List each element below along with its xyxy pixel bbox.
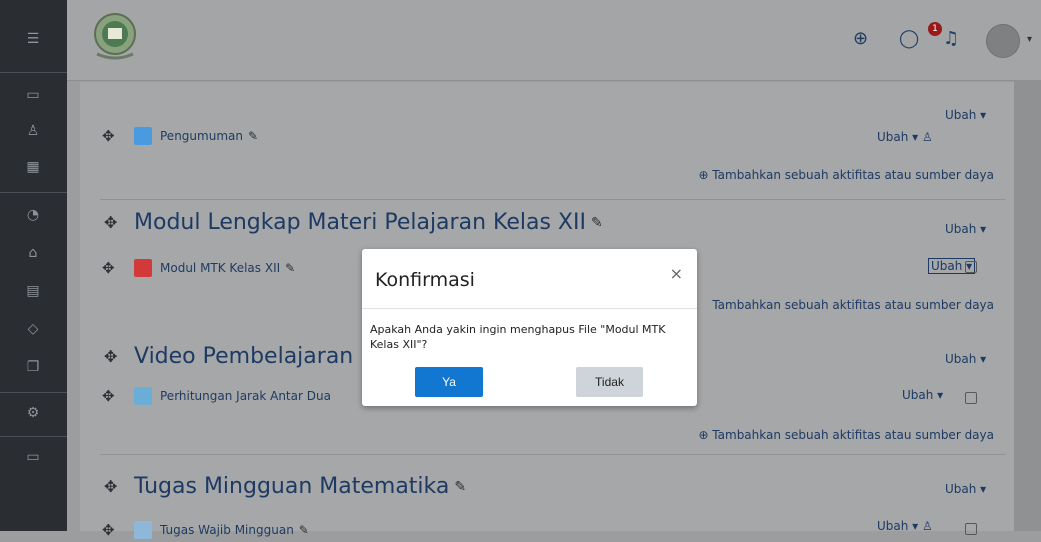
- calendar-icon[interactable]: ▤: [22, 280, 44, 302]
- grades-icon[interactable]: ▦: [22, 156, 44, 178]
- section-title: ✥ Video Pembelajaran: [104, 344, 353, 369]
- divider: [100, 199, 1006, 200]
- dashboard-icon[interactable]: ◔: [22, 204, 44, 226]
- divider: [0, 192, 67, 193]
- folder-icon[interactable]: ▭: [22, 446, 44, 468]
- move-icon[interactable]: ✥: [102, 259, 124, 277]
- activity-link[interactable]: Pengumuman: [160, 129, 243, 143]
- nav-drawer: ☰ ▭ ♙ ▦ ◔ ⌂ ▤ ◇ ❐ ⚙ ▭: [0, 0, 67, 531]
- no-button[interactable]: Tidak: [576, 367, 643, 397]
- dialog-title: Konfirmasi: [375, 269, 475, 291]
- section-edit-menu[interactable]: Ubah ▾: [945, 482, 986, 496]
- activity-row: ✥ Modul MTK Kelas XII ✎: [102, 256, 295, 280]
- pdf-file-icon: [134, 259, 152, 277]
- pencil-icon[interactable]: ✎: [591, 215, 603, 231]
- move-icon[interactable]: ✥: [104, 477, 126, 496]
- section-title: ✥ Modul Lengkap Materi Pelajaran Kelas X…: [104, 210, 603, 235]
- section-edit-menu[interactable]: Ubah ▾: [945, 352, 986, 366]
- completion-checkbox[interactable]: [965, 261, 977, 273]
- divider: [362, 308, 697, 309]
- completion-checkbox[interactable]: [965, 392, 977, 404]
- activity-row: ✥ Perhitungan Jarak Antar Dua: [102, 384, 331, 408]
- move-icon[interactable]: ✥: [102, 387, 124, 405]
- school-logo[interactable]: [87, 8, 143, 64]
- settings-icon[interactable]: ⚙: [22, 402, 44, 424]
- activity-row: ✥ Tugas Wajib Mingguan ✎: [102, 518, 309, 542]
- scrollbar-track[interactable]: [1014, 80, 1041, 531]
- home-icon[interactable]: ⌂: [22, 242, 44, 264]
- pencil-icon[interactable]: ✎: [248, 129, 258, 143]
- page-icon: [134, 387, 152, 405]
- avatar[interactable]: [986, 24, 1020, 58]
- completion-checkbox[interactable]: [965, 523, 977, 535]
- top-navbar: ⊕ ◯ 1 ♫ ▾: [67, 0, 1041, 81]
- close-icon[interactable]: ×: [670, 264, 683, 283]
- bell-icon[interactable]: ♫: [943, 28, 959, 49]
- divider: [0, 392, 67, 393]
- assignment-icon: [134, 521, 152, 539]
- files-icon[interactable]: ❐: [22, 356, 44, 378]
- divider: [0, 436, 67, 437]
- section-name[interactable]: Video Pembelajaran: [134, 344, 353, 369]
- confirm-dialog: Konfirmasi × Apakah Anda yakin ingin men…: [362, 249, 697, 406]
- section-name[interactable]: Modul Lengkap Materi Pelajaran Kelas XII: [134, 210, 586, 235]
- activity-link[interactable]: Tugas Wajib Mingguan: [160, 523, 294, 537]
- dialog-message: Apakah Anda yakin ingin menghapus File "…: [370, 323, 666, 351]
- add-activity-link[interactable]: ⊕ Tambahkan sebuah aktifitas atau sumber…: [698, 168, 994, 182]
- move-icon[interactable]: ✥: [102, 521, 124, 539]
- section-edit-menu[interactable]: Ubah ▾: [945, 222, 986, 236]
- divider: [100, 454, 1006, 455]
- activity-link[interactable]: Modul MTK Kelas XII: [160, 261, 280, 275]
- section-name[interactable]: Tugas Mingguan Matematika: [134, 474, 449, 499]
- pencil-icon[interactable]: ✎: [299, 523, 309, 537]
- add-activity-link[interactable]: Tambahkan sebuah aktifitas atau sumber d…: [712, 298, 994, 312]
- pencil-icon[interactable]: ✎: [285, 261, 295, 275]
- activity-row: ✥ Pengumuman ✎: [102, 124, 258, 148]
- activity-edit-menu[interactable]: Ubah ▾: [902, 388, 943, 402]
- globe-icon[interactable]: ⊕: [853, 28, 868, 49]
- menu-icon[interactable]: ☰: [22, 28, 44, 50]
- move-icon[interactable]: ✥: [104, 347, 126, 366]
- pencil-icon[interactable]: ✎: [454, 479, 466, 495]
- section-title: ✥ Tugas Mingguan Matematika ✎: [104, 474, 466, 499]
- folder-icon[interactable]: ▭: [22, 84, 44, 106]
- divider: [0, 72, 67, 73]
- chevron-down-icon[interactable]: ▾: [1027, 34, 1032, 45]
- chat-icon[interactable]: ◯: [899, 28, 919, 49]
- activity-edit-menu[interactable]: Ubah ▾ ♙: [877, 130, 933, 144]
- yes-button[interactable]: Ya: [415, 367, 483, 397]
- add-activity-link[interactable]: ⊕ Tambahkan sebuah aktifitas atau sumber…: [698, 428, 994, 442]
- move-icon[interactable]: ✥: [104, 213, 126, 232]
- forum-icon: [134, 127, 152, 145]
- graduation-icon[interactable]: ◇: [22, 318, 44, 340]
- activity-link[interactable]: Perhitungan Jarak Antar Dua: [160, 389, 331, 403]
- move-icon[interactable]: ✥: [102, 127, 124, 145]
- users-icon[interactable]: ♙: [22, 120, 44, 142]
- notification-badge: 1: [928, 22, 942, 36]
- section-edit-menu[interactable]: Ubah ▾: [945, 108, 986, 122]
